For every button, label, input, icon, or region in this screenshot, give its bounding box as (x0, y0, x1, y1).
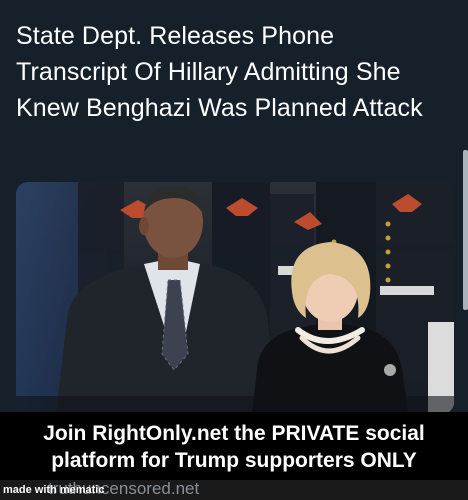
headline: State Dept. Releases Phone Transcript Of… (16, 22, 423, 122)
scroll-indicator (463, 150, 468, 310)
promo-banner-text: Join RightOnly.net the PRIVATE social pl… (43, 422, 425, 472)
news-photo (16, 182, 454, 414)
mematic-watermark: made with mematic (3, 484, 105, 496)
meme-post: State Dept. Releases Phone Transcript Of… (0, 0, 468, 500)
news-photo-illustration (16, 182, 454, 414)
promo-banner: Join RightOnly.net the PRIVATE social pl… (0, 412, 468, 480)
